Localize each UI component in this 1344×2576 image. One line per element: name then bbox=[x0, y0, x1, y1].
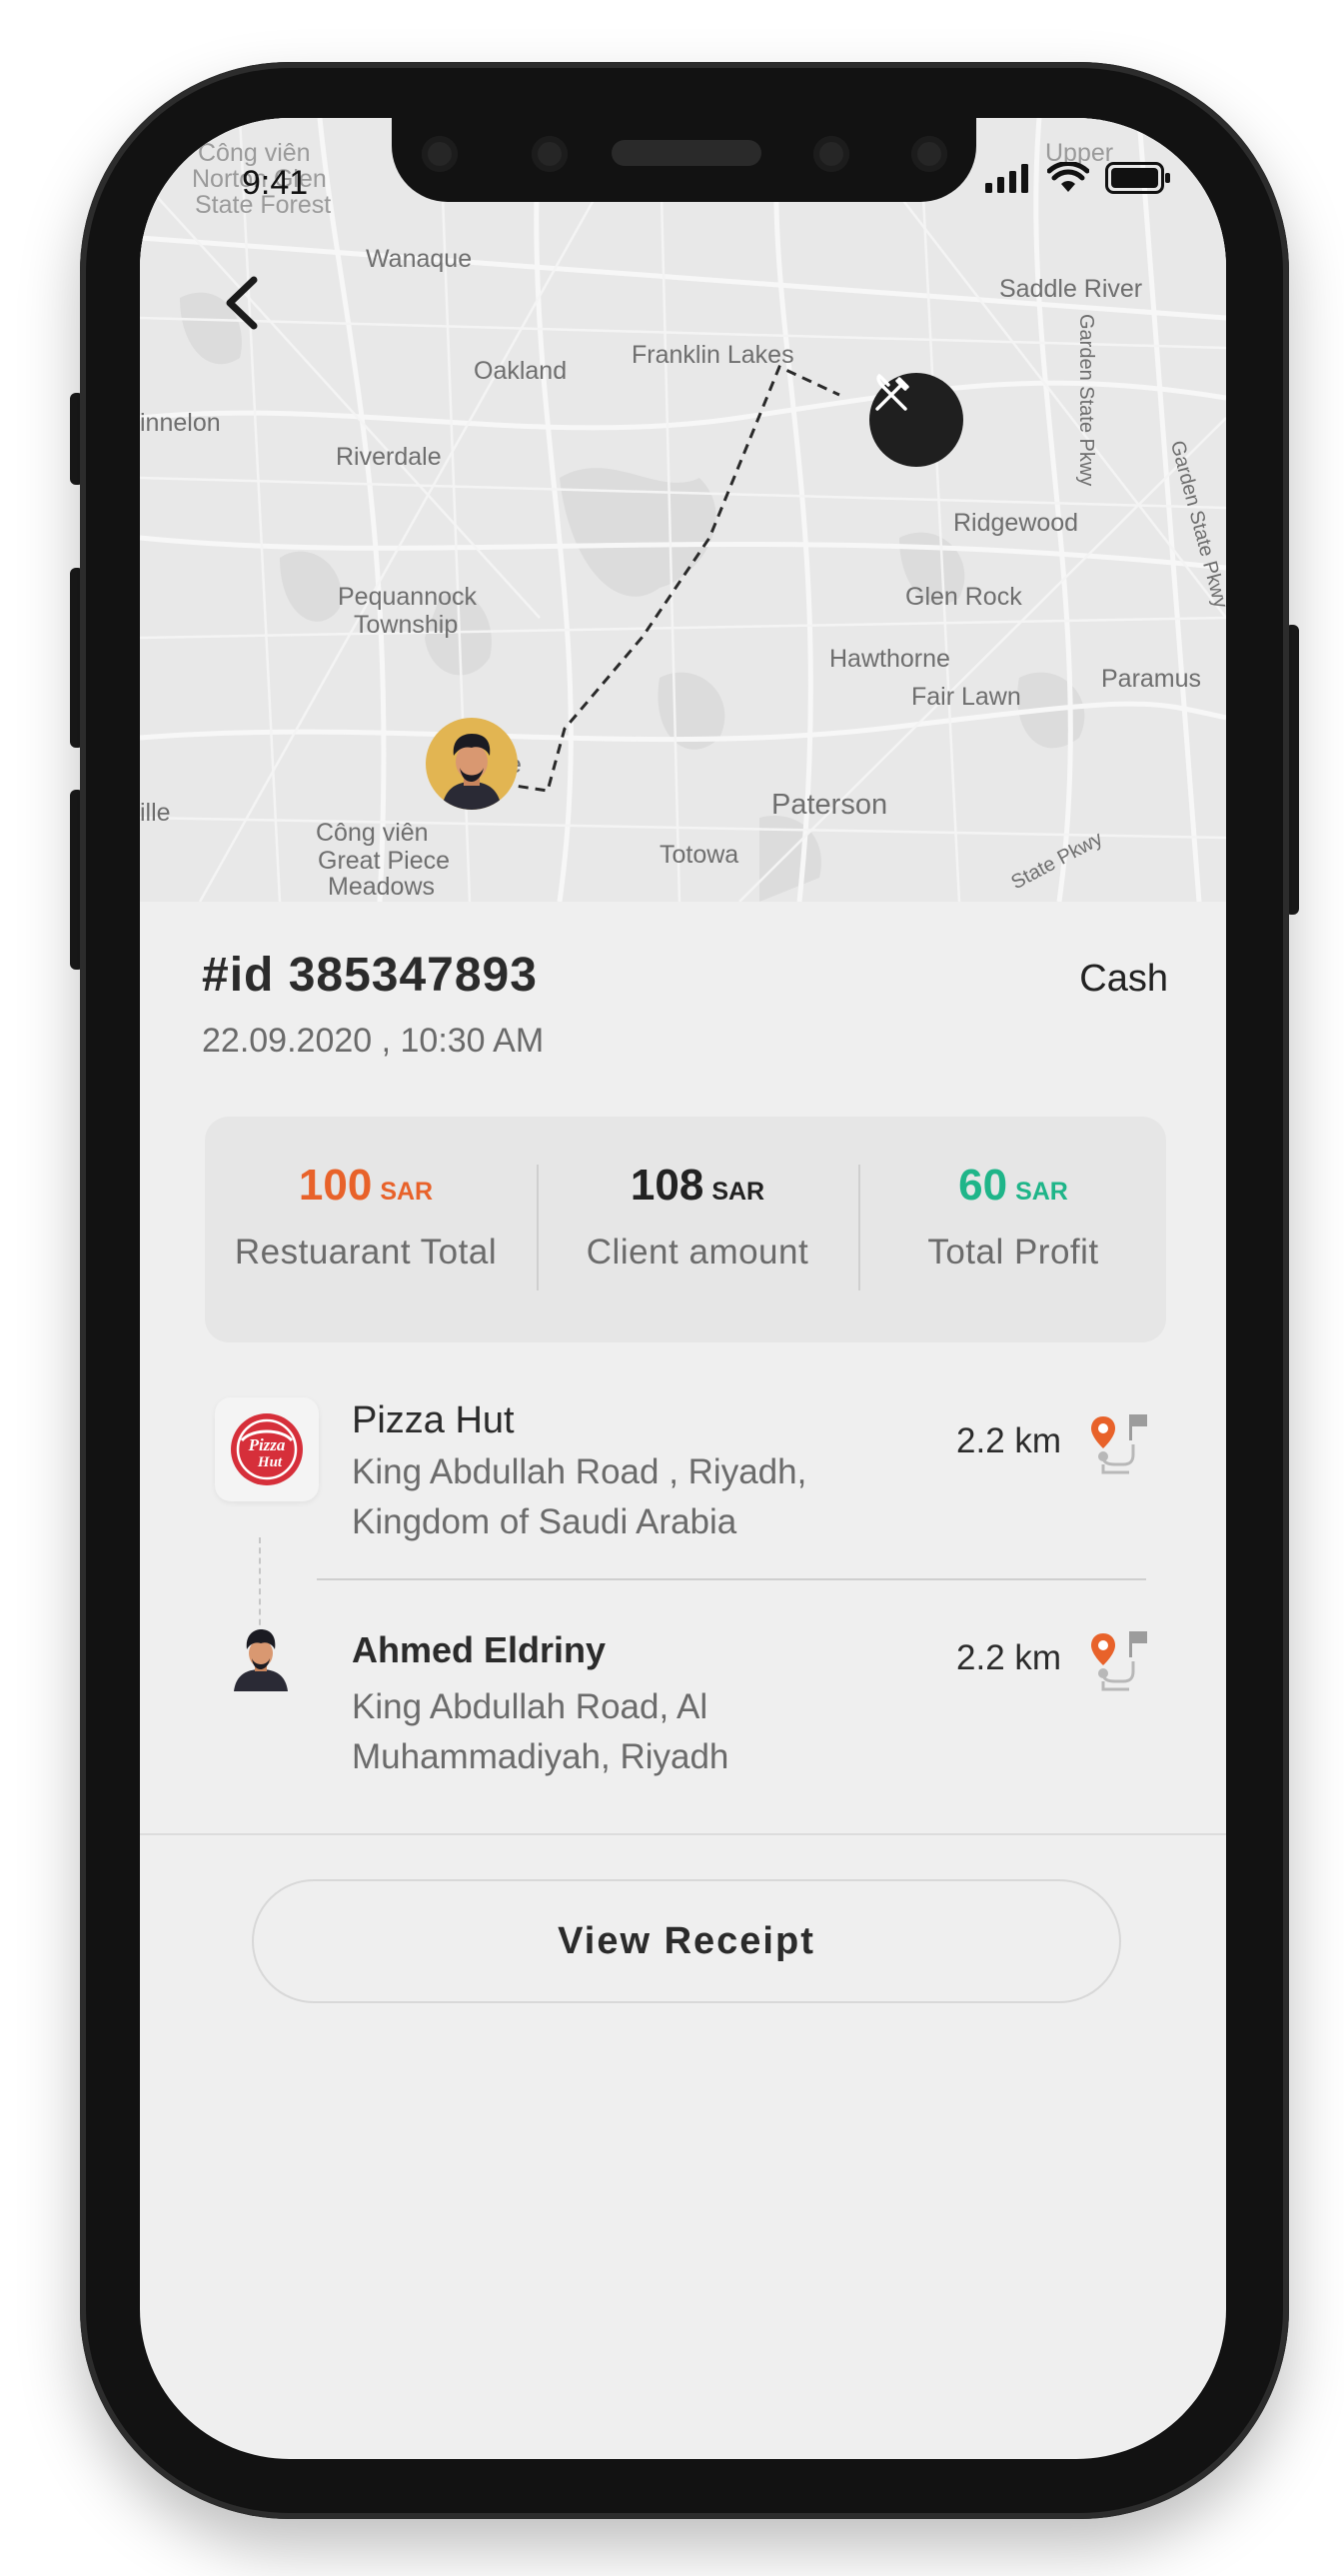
pizza-hut-logo: Pizza Hut bbox=[215, 1397, 319, 1501]
address-line: King Abdullah Road, Al bbox=[352, 1687, 708, 1726]
status-icons bbox=[983, 162, 1171, 194]
map-label: Great Piece bbox=[318, 847, 451, 875]
map-label: Ridgewood bbox=[953, 509, 1079, 537]
restaurant-total-label: Restuarant Total bbox=[234, 1233, 498, 1272]
map-label: Riverdale bbox=[336, 443, 442, 471]
map-label: Pequannock bbox=[338, 583, 478, 611]
svg-text:Pizza: Pizza bbox=[248, 1435, 286, 1454]
map-label: Paterson bbox=[771, 789, 888, 821]
address-line: Muhammadiyah, Riyadh bbox=[352, 1737, 729, 1776]
wifi-icon bbox=[1047, 162, 1089, 192]
address-line: Kingdom of Saudi Arabia bbox=[352, 1502, 737, 1541]
map-label: Wanaque bbox=[366, 245, 473, 273]
status-time: 9:41 bbox=[242, 164, 309, 202]
client-address: King Abdullah Road, Al Muhammadiyah, Riy… bbox=[352, 1682, 911, 1782]
map-label: Hawthorne bbox=[829, 645, 950, 673]
divider bbox=[140, 1833, 1226, 1835]
order-datetime: 22.09.2020 , 10:30 AM bbox=[202, 1022, 545, 1060]
client-name: Ahmed Eldriny bbox=[352, 1629, 607, 1670]
client-amount: 108 SAR Client amount bbox=[539, 1117, 856, 1342]
route-pin-flag-icon bbox=[1091, 1631, 1147, 1691]
pizza-hut-logo-icon: Pizza Hut bbox=[231, 1413, 303, 1485]
route-pin-flag-icon bbox=[1091, 1414, 1147, 1474]
route-connector bbox=[259, 1537, 261, 1635]
client-amount-value: 108 bbox=[630, 1161, 704, 1210]
client-amount-label: Client amount bbox=[586, 1233, 809, 1272]
battery-icon bbox=[1105, 162, 1170, 194]
map-label: Oakland bbox=[474, 357, 568, 385]
order-id: #id 385347893 bbox=[202, 949, 538, 1002]
currency-unit: SAR bbox=[1015, 1178, 1068, 1206]
view-receipt-button[interactable]: View Receipt bbox=[252, 1879, 1121, 2003]
map-label: Công viên bbox=[198, 139, 311, 167]
route-map[interactable]: Công viên Norton Glen State Forest Wanaq… bbox=[140, 118, 1226, 902]
total-profit-label: Total Profit bbox=[927, 1233, 1099, 1272]
map-label: Fair Lawn bbox=[911, 683, 1021, 711]
avatar bbox=[442, 734, 502, 810]
map-label: Totowa bbox=[660, 841, 739, 869]
app-screen: Công viên Norton Glen State Forest Wanaq… bbox=[140, 118, 1226, 2459]
total-profit-value: 60 bbox=[958, 1161, 1008, 1210]
restaurant-total-value: 100 bbox=[298, 1161, 373, 1210]
client-avatar bbox=[230, 1625, 292, 1691]
map-label: innelon bbox=[140, 409, 221, 437]
currency-unit: SAR bbox=[380, 1178, 434, 1206]
currency-unit: SAR bbox=[711, 1178, 765, 1206]
map-label: Paramus bbox=[1101, 665, 1202, 693]
map-label: Công viên bbox=[316, 819, 429, 847]
restaurant-name: Pizza Hut bbox=[352, 1399, 515, 1441]
chevron-left-icon bbox=[226, 276, 258, 330]
map-label: Franklin Lakes bbox=[632, 341, 794, 369]
restaurant-pin[interactable] bbox=[869, 373, 963, 467]
avatar bbox=[234, 1629, 288, 1691]
restaurant-address: King Abdullah Road , Riyadh, Kingdom of … bbox=[352, 1447, 911, 1547]
svg-text:Hut: Hut bbox=[257, 1454, 283, 1470]
client-route-button[interactable] bbox=[1089, 1629, 1149, 1695]
map-label: Township bbox=[354, 611, 459, 639]
map-label: Garden State Pkwy bbox=[1075, 314, 1097, 487]
courier-avatar-pin[interactable] bbox=[426, 718, 518, 810]
client-distance: 2.2 km bbox=[956, 1638, 1062, 1677]
map-label: Glen Rock bbox=[905, 583, 1022, 611]
signal-icon bbox=[985, 164, 1028, 193]
restaurant-total: 100 SAR Restuarant Total bbox=[205, 1117, 527, 1342]
map-label: ille bbox=[140, 799, 171, 827]
back-button[interactable] bbox=[212, 268, 272, 338]
device-notch bbox=[392, 118, 976, 202]
divider bbox=[317, 1578, 1146, 1580]
restaurant-route-button[interactable] bbox=[1089, 1412, 1149, 1478]
fork-knife-icon bbox=[875, 373, 909, 411]
amount-summary: 100 SAR Restuarant Total 108 SAR Client am… bbox=[205, 1117, 1166, 1342]
total-profit: 60 SAR Total Profit bbox=[860, 1117, 1166, 1342]
payment-method: Cash bbox=[1079, 958, 1168, 1000]
map-label: Meadows bbox=[328, 873, 435, 901]
restaurant-distance: 2.2 km bbox=[956, 1421, 1062, 1460]
address-line: King Abdullah Road , Riyadh, bbox=[352, 1452, 807, 1491]
map-label: Saddle River bbox=[999, 275, 1143, 303]
